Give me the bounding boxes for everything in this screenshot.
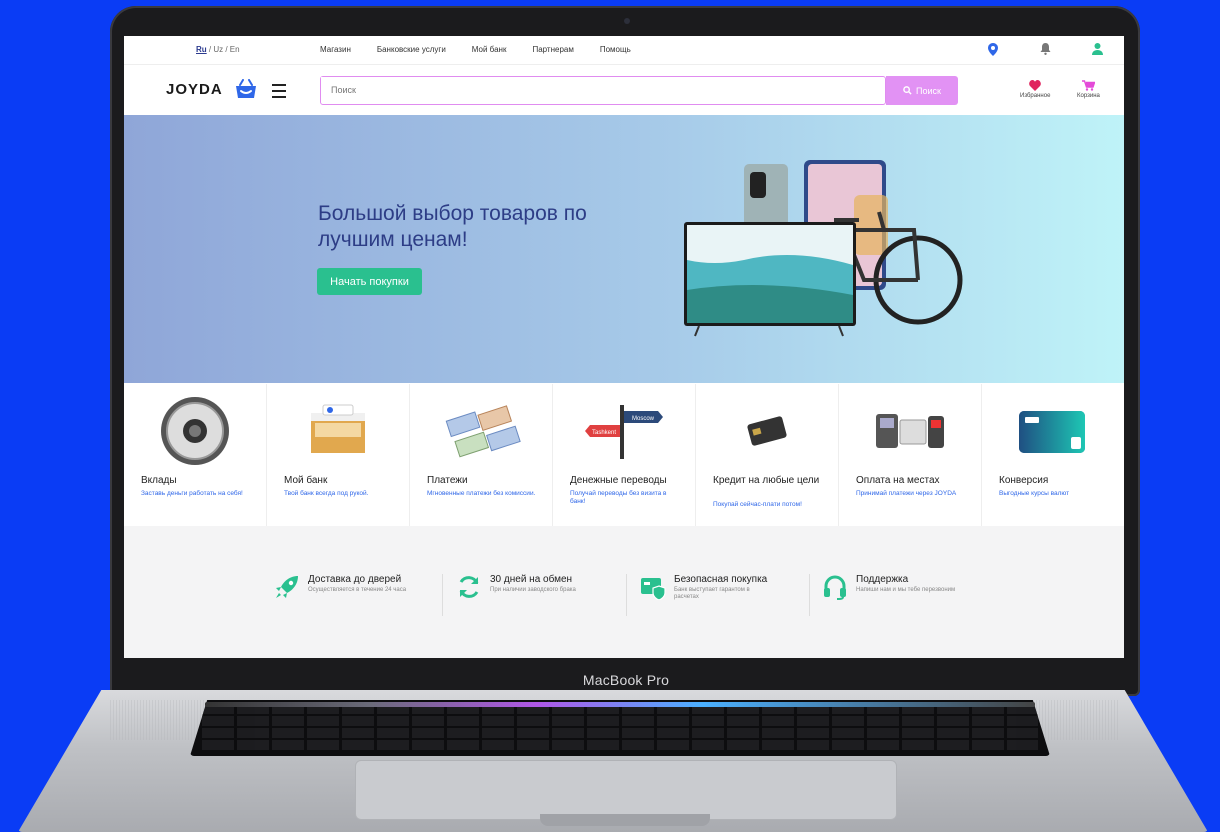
lang-uz[interactable]: Uz <box>213 45 223 54</box>
header: JOYDA Поиск Избранное Корзина <box>124 65 1124 116</box>
cart-label: Корзина <box>1077 93 1100 99</box>
search-box <box>320 76 886 105</box>
service-title: Мой банк <box>284 475 328 486</box>
service-title: Денежные переводы <box>570 475 667 486</box>
service-card-onsite-payment[interactable]: Оплата на местах Принимай платежи через … <box>839 384 982 526</box>
lang-separator: / <box>223 45 230 54</box>
divider <box>809 574 810 616</box>
card-terminal-image <box>696 396 838 466</box>
feature-subtitle: При наличии заводского брака <box>490 587 576 593</box>
service-title: Кредит на любые цели <box>713 475 820 486</box>
search-input[interactable] <box>321 77 861 102</box>
user-icon[interactable] <box>1090 42 1104 56</box>
feature-secure-purchase: Безопасная покупка Банк выступает гаранто… <box>640 574 774 601</box>
service-title: Платежи <box>427 475 468 486</box>
services-row: Вклады Заставь деньги работать на себя! … <box>124 384 1124 526</box>
feature-delivery: Доставка до дверей Осуществляется в течен… <box>274 574 408 600</box>
service-subtitle: Твой банк всегда под рукой. <box>284 490 369 497</box>
service-card-deposits[interactable]: Вклады Заставь деньги работать на себя! <box>124 384 267 526</box>
lang-ru[interactable]: Ru <box>196 45 207 54</box>
feature-subtitle: Банк выступает гарантом в расчетах <box>674 587 750 600</box>
feature-exchange: 30 дней на обмен При наличии заводского б… <box>456 574 590 600</box>
cart-icon <box>1081 80 1096 91</box>
search-icon <box>903 86 912 95</box>
rocket-icon <box>276 576 298 598</box>
feature-title: Доставка до дверей <box>308 574 402 585</box>
service-card-payments[interactable]: Платежи Мгновенные платежи без комиссии. <box>410 384 553 526</box>
bank-card-image <box>982 396 1124 466</box>
bell-icon[interactable] <box>1038 42 1052 56</box>
nav-item-partners[interactable]: Партнерам <box>532 45 573 54</box>
sign-tashkent: Tashkent <box>592 430 616 436</box>
top-icons <box>986 42 1104 56</box>
safe-dial-image <box>124 396 266 466</box>
service-subtitle: Заставь деньги работать на себя! <box>141 490 243 497</box>
features-row: Доставка до дверей Осуществляется в течен… <box>124 526 1124 658</box>
basket-logo-icon <box>235 79 257 104</box>
feature-title: Поддержка <box>856 574 909 585</box>
logo-text[interactable]: JOYDA <box>166 81 223 98</box>
feature-support: Поддержка Напиши нам и мы тебе перезвоним <box>822 574 956 600</box>
feature-subtitle: Осуществляется в течение 24 часа <box>308 587 407 593</box>
favorites-button[interactable]: Избранное <box>1020 80 1050 99</box>
feature-title: 30 дней на обмен <box>490 574 573 585</box>
service-subtitle: Получай переводы без визита в банк! <box>570 490 667 505</box>
cart-button[interactable]: Корзина <box>1077 80 1100 99</box>
service-card-credit[interactable]: Кредит на любые цели Покупай сейчас-плат… <box>696 384 839 526</box>
feature-subtitle: Напиши нам и мы тебе перезвоним <box>856 587 956 593</box>
device-label: MacBook Pro <box>582 672 670 688</box>
top-bar: Ru / Uz / En Магазин Банковские услуги М… <box>124 36 1124 65</box>
search-button[interactable]: Поиск <box>886 76 958 105</box>
lid-notch <box>540 814 710 826</box>
divider <box>626 574 627 616</box>
top-nav: Магазин Банковские услуги Мой банк Партн… <box>320 45 631 54</box>
products-illustration <box>684 160 963 337</box>
hero-banner: Большой выбор товаров по лучшим ценам! Н… <box>124 115 1124 383</box>
sign-moscow: Moscow <box>632 416 655 422</box>
service-subtitle: Выгодные курсы валют <box>999 490 1070 497</box>
nav-item-help[interactable]: Помощь <box>600 45 631 54</box>
service-card-my-bank[interactable]: Мой банк Твой банк всегда под рукой. <box>267 384 410 526</box>
lang-en[interactable]: En <box>230 45 240 54</box>
nav-item-my-bank[interactable]: Мой банк <box>472 45 507 54</box>
service-card-transfers[interactable]: Moscow Tashkent Денежные переводы Получай… <box>553 384 696 526</box>
refresh-icon <box>459 576 479 598</box>
location-pin-icon[interactable] <box>986 42 1000 56</box>
touch-bar <box>205 702 1035 707</box>
menu-icon[interactable] <box>272 84 286 102</box>
heart-icon <box>1029 80 1042 91</box>
signpost-image: Moscow Tashkent <box>553 396 695 466</box>
nav-item-bank-services[interactable]: Банковские услуги <box>377 45 446 54</box>
search-button-label: Поиск <box>916 85 941 96</box>
bank-kiosk-image <box>267 396 409 466</box>
divider <box>442 574 443 616</box>
start-shopping-button[interactable]: Начать покупки <box>317 268 422 295</box>
language-switcher: Ru / Uz / En <box>196 45 240 54</box>
service-subtitle: Принимай платежи через JOYDA <box>856 490 957 497</box>
service-title: Конверсия <box>999 475 1049 486</box>
pos-terminal-image <box>839 396 981 466</box>
service-title: Оплата на местах <box>856 475 940 486</box>
service-card-conversion[interactable]: Конверсия Выгодные курсы валют <box>982 384 1124 526</box>
keyboard <box>190 700 1050 756</box>
banknotes-image <box>410 396 552 466</box>
trackpad <box>355 760 897 820</box>
feature-title: Безопасная покупка <box>674 574 768 585</box>
favorites-label: Избранное <box>1020 93 1051 99</box>
hero-title: Большой выбор товаров по лучшим ценам! <box>318 202 587 251</box>
shield-card-icon <box>641 578 666 600</box>
service-subtitle: Покупай сейчас-плати потом! <box>713 501 802 508</box>
service-title: Вклады <box>141 475 177 486</box>
nav-item-shop[interactable]: Магазин <box>320 45 351 54</box>
headset-icon <box>824 575 846 600</box>
service-subtitle: Мгновенные платежи без комиссии. <box>427 490 536 497</box>
webcam <box>624 18 630 24</box>
screen: Ru / Uz / En Магазин Банковские услуги М… <box>124 36 1124 658</box>
